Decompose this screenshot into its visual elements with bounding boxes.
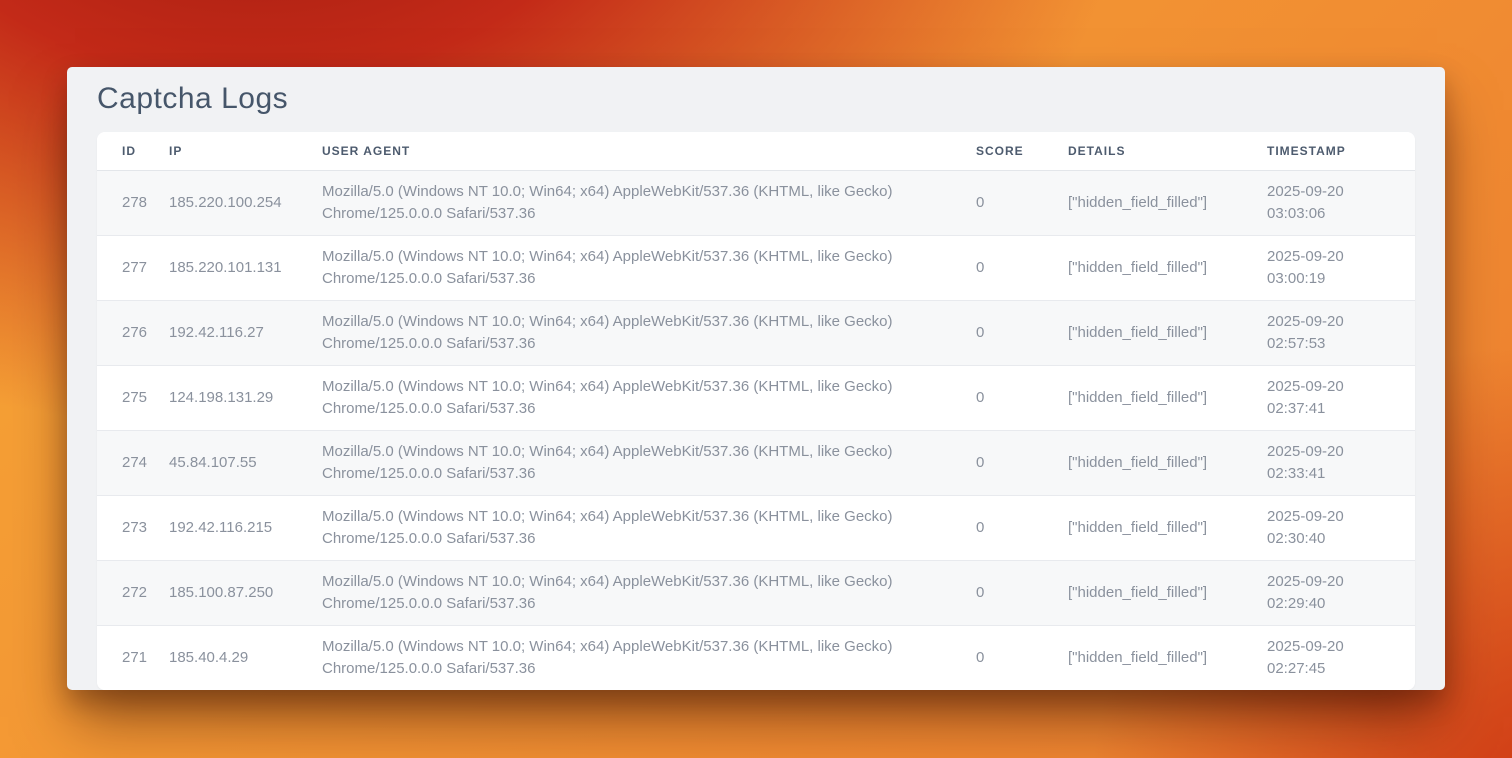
cell-id: 277 — [97, 236, 169, 301]
captcha-logs-table-container: ID IP USER AGENT SCORE DETAILS TIMESTAMP… — [97, 132, 1415, 690]
cell-score: 0 — [976, 496, 1068, 561]
cell-user-agent: Mozilla/5.0 (Windows NT 10.0; Win64; x64… — [322, 431, 976, 496]
cell-timestamp: 2025-09-20 03:03:06 — [1267, 171, 1415, 236]
cell-details: ["hidden_field_filled"] — [1068, 626, 1267, 691]
cell-timestamp: 2025-09-20 02:27:45 — [1267, 626, 1415, 691]
column-header-ip: IP — [169, 132, 322, 171]
cell-id: 275 — [97, 366, 169, 431]
cell-timestamp: 2025-09-20 02:29:40 — [1267, 561, 1415, 626]
table-row: 274 45.84.107.55 Mozilla/5.0 (Windows NT… — [97, 431, 1415, 496]
cell-details: ["hidden_field_filled"] — [1068, 171, 1267, 236]
cell-user-agent: Mozilla/5.0 (Windows NT 10.0; Win64; x64… — [322, 171, 976, 236]
cell-details: ["hidden_field_filled"] — [1068, 431, 1267, 496]
cell-user-agent: Mozilla/5.0 (Windows NT 10.0; Win64; x64… — [322, 366, 976, 431]
table-header: ID IP USER AGENT SCORE DETAILS TIMESTAMP — [97, 132, 1415, 171]
cell-timestamp: 2025-09-20 02:37:41 — [1267, 366, 1415, 431]
cell-ip: 185.40.4.29 — [169, 626, 322, 691]
cell-score: 0 — [976, 431, 1068, 496]
cell-ip: 185.220.100.254 — [169, 171, 322, 236]
cell-timestamp: 2025-09-20 03:00:19 — [1267, 236, 1415, 301]
cell-timestamp: 2025-09-20 02:33:41 — [1267, 431, 1415, 496]
captcha-logs-card: Captcha Logs ID IP USER AGENT SCORE DETA… — [67, 67, 1445, 690]
cell-ip: 45.84.107.55 — [169, 431, 322, 496]
cell-id: 274 — [97, 431, 169, 496]
cell-ip: 185.100.87.250 — [169, 561, 322, 626]
table-header-row: ID IP USER AGENT SCORE DETAILS TIMESTAMP — [97, 132, 1415, 171]
cell-ip: 124.198.131.29 — [169, 366, 322, 431]
page-title: Captcha Logs — [97, 82, 1415, 116]
table-row: 271 185.40.4.29 Mozilla/5.0 (Windows NT … — [97, 626, 1415, 691]
cell-score: 0 — [976, 301, 1068, 366]
table-row: 278 185.220.100.254 Mozilla/5.0 (Windows… — [97, 171, 1415, 236]
cell-id: 272 — [97, 561, 169, 626]
cell-id: 276 — [97, 301, 169, 366]
cell-ip: 185.220.101.131 — [169, 236, 322, 301]
cell-score: 0 — [976, 366, 1068, 431]
column-header-score: SCORE — [976, 132, 1068, 171]
cell-details: ["hidden_field_filled"] — [1068, 561, 1267, 626]
cell-timestamp: 2025-09-20 02:30:40 — [1267, 496, 1415, 561]
column-header-user-agent: USER AGENT — [322, 132, 976, 171]
cell-details: ["hidden_field_filled"] — [1068, 366, 1267, 431]
cell-details: ["hidden_field_filled"] — [1068, 236, 1267, 301]
page-background: { "page": { "title": "Captcha Logs" }, "… — [0, 0, 1512, 758]
cell-score: 0 — [976, 171, 1068, 236]
column-header-timestamp: TIMESTAMP — [1267, 132, 1415, 171]
cell-score: 0 — [976, 236, 1068, 301]
table-row: 273 192.42.116.215 Mozilla/5.0 (Windows … — [97, 496, 1415, 561]
cell-user-agent: Mozilla/5.0 (Windows NT 10.0; Win64; x64… — [322, 561, 976, 626]
cell-id: 271 — [97, 626, 169, 691]
cell-user-agent: Mozilla/5.0 (Windows NT 10.0; Win64; x64… — [322, 626, 976, 691]
captcha-logs-table: ID IP USER AGENT SCORE DETAILS TIMESTAMP… — [97, 132, 1415, 690]
column-header-details: DETAILS — [1068, 132, 1267, 171]
cell-details: ["hidden_field_filled"] — [1068, 301, 1267, 366]
table-body: 278 185.220.100.254 Mozilla/5.0 (Windows… — [97, 171, 1415, 691]
cell-details: ["hidden_field_filled"] — [1068, 496, 1267, 561]
cell-user-agent: Mozilla/5.0 (Windows NT 10.0; Win64; x64… — [322, 236, 976, 301]
table-row: 276 192.42.116.27 Mozilla/5.0 (Windows N… — [97, 301, 1415, 366]
table-row: 275 124.198.131.29 Mozilla/5.0 (Windows … — [97, 366, 1415, 431]
cell-ip: 192.42.116.215 — [169, 496, 322, 561]
table-row: 277 185.220.101.131 Mozilla/5.0 (Windows… — [97, 236, 1415, 301]
column-header-id: ID — [97, 132, 169, 171]
cell-user-agent: Mozilla/5.0 (Windows NT 10.0; Win64; x64… — [322, 301, 976, 366]
cell-score: 0 — [976, 561, 1068, 626]
cell-user-agent: Mozilla/5.0 (Windows NT 10.0; Win64; x64… — [322, 496, 976, 561]
cell-id: 278 — [97, 171, 169, 236]
cell-id: 273 — [97, 496, 169, 561]
cell-ip: 192.42.116.27 — [169, 301, 322, 366]
cell-score: 0 — [976, 626, 1068, 691]
table-row: 272 185.100.87.250 Mozilla/5.0 (Windows … — [97, 561, 1415, 626]
cell-timestamp: 2025-09-20 02:57:53 — [1267, 301, 1415, 366]
